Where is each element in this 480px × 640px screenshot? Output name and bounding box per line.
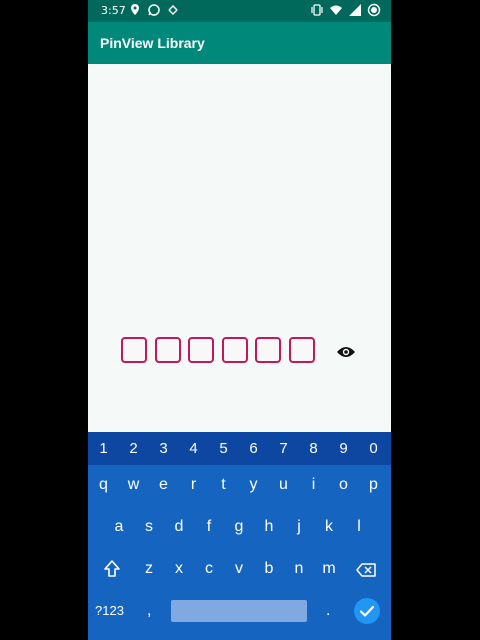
key-a[interactable]: a	[109, 518, 129, 536]
eye-icon[interactable]	[336, 345, 356, 359]
status-bar: 3:57	[88, 0, 391, 22]
shift-icon[interactable]	[103, 559, 121, 579]
enter-key[interactable]	[354, 598, 380, 624]
pin-box-5[interactable]	[255, 337, 282, 363]
status-time: 3:57	[101, 4, 126, 17]
key-r[interactable]: r	[184, 476, 204, 494]
phone-screen: 3:57 PinView Library 1 2 3 4 5 6 7 8 9 0…	[88, 0, 391, 640]
key-f[interactable]: f	[199, 518, 219, 536]
key-l[interactable]: l	[349, 518, 369, 536]
wifi-icon	[330, 5, 342, 15]
key-8[interactable]: 8	[304, 440, 324, 457]
signal-icon	[349, 4, 361, 16]
key-u[interactable]: u	[274, 476, 294, 494]
key-t[interactable]: t	[214, 476, 234, 494]
key-h[interactable]: h	[259, 518, 279, 536]
period-key[interactable]: .	[326, 602, 330, 620]
pin-view[interactable]	[121, 337, 323, 363]
key-v[interactable]: v	[229, 560, 249, 578]
pin-box-1[interactable]	[121, 337, 147, 363]
key-w[interactable]: w	[124, 476, 144, 494]
key-e[interactable]: e	[154, 476, 174, 494]
key-z[interactable]: z	[139, 560, 159, 578]
symbols-key[interactable]: ?123	[95, 603, 124, 618]
key-i[interactable]: i	[304, 476, 324, 494]
battery-icon	[367, 3, 381, 17]
soft-keyboard: 1 2 3 4 5 6 7 8 9 0 q w e r t y u i o p …	[88, 432, 391, 640]
key-p[interactable]: p	[364, 476, 384, 494]
space-bar[interactable]	[171, 600, 307, 622]
key-g[interactable]: g	[229, 518, 249, 536]
app-bar: PinView Library	[88, 22, 391, 64]
key-o[interactable]: o	[334, 476, 354, 494]
key-0[interactable]: 0	[364, 440, 384, 457]
pin-box-2[interactable]	[154, 337, 181, 363]
comma-key[interactable]: ,	[147, 602, 151, 620]
key-9[interactable]: 9	[334, 440, 354, 457]
key-6[interactable]: 6	[244, 440, 264, 457]
app-title: PinView Library	[100, 35, 205, 51]
backspace-icon[interactable]	[356, 563, 376, 577]
key-m[interactable]: m	[319, 560, 339, 578]
location-icon	[131, 4, 139, 15]
whatsapp-icon	[148, 4, 160, 16]
key-n[interactable]: n	[289, 560, 309, 578]
sync-icon	[168, 4, 178, 16]
key-7[interactable]: 7	[274, 440, 294, 457]
key-4[interactable]: 4	[184, 440, 204, 457]
vibrate-icon	[311, 4, 323, 16]
pin-box-4[interactable]	[221, 337, 248, 363]
key-x[interactable]: x	[169, 560, 189, 578]
key-5[interactable]: 5	[214, 440, 234, 457]
key-y[interactable]: y	[244, 476, 264, 494]
key-1[interactable]: 1	[94, 440, 114, 457]
key-k[interactable]: k	[319, 518, 339, 536]
key-b[interactable]: b	[259, 560, 279, 578]
key-2[interactable]: 2	[124, 440, 144, 457]
key-j[interactable]: j	[289, 518, 309, 536]
key-s[interactable]: s	[139, 518, 159, 536]
check-icon	[359, 605, 375, 617]
pin-box-6[interactable]	[288, 337, 315, 363]
main-content	[88, 64, 391, 432]
key-3[interactable]: 3	[154, 440, 174, 457]
key-d[interactable]: d	[169, 518, 189, 536]
pin-box-3[interactable]	[188, 337, 215, 363]
key-q[interactable]: q	[94, 476, 114, 494]
key-c[interactable]: c	[199, 560, 219, 578]
